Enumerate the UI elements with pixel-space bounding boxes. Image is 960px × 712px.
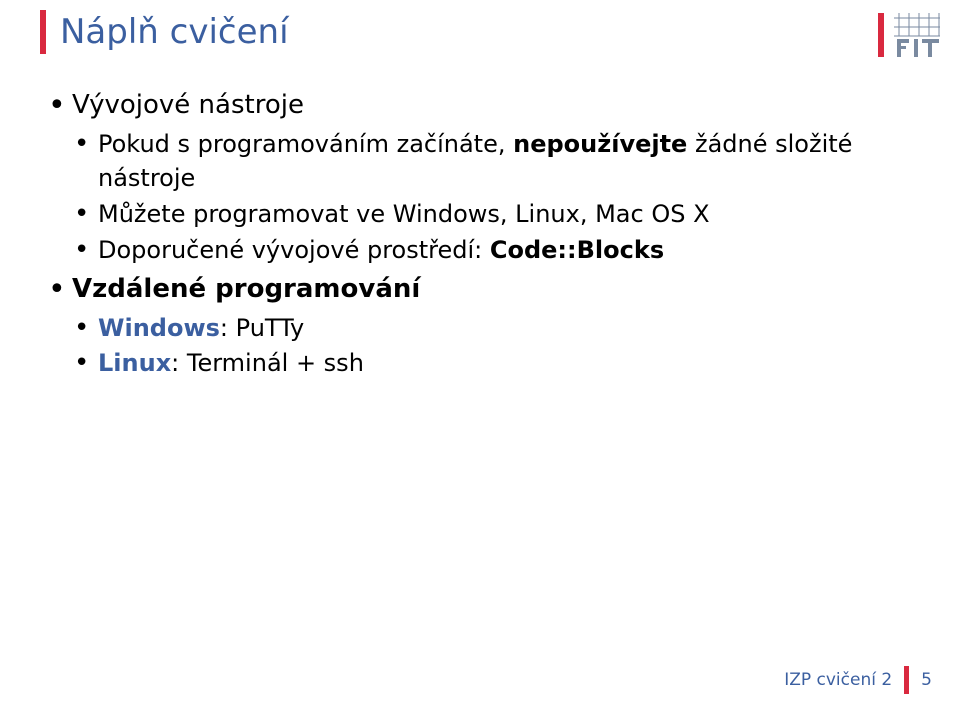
slide: Náplň cvičení <box>0 0 960 712</box>
text-bold: Vzdálené programování <box>72 274 420 304</box>
fit-logo-icon <box>894 13 940 57</box>
logo-accent-bar <box>878 13 884 57</box>
title-row: Náplň cvičení <box>40 10 940 57</box>
page-title: Náplň cvičení <box>60 12 289 52</box>
title-left: Náplň cvičení <box>40 10 289 54</box>
text-bold: Code::Blocks <box>490 236 664 264</box>
text: : PuTTy <box>220 314 304 342</box>
bullet-list-level2: Pokud s programováním začínáte, nepoužív… <box>72 127 910 268</box>
list-item: Pokud s programováním začínáte, nepoužív… <box>72 127 910 197</box>
list-item: Linux: Terminál + ssh <box>72 346 910 381</box>
title-accent-bar <box>40 10 46 54</box>
text: Doporučené vývojové prostředí: <box>98 236 490 264</box>
list-item: Windows: PuTTy <box>72 311 910 346</box>
bullet-list-level1: Vývojové nástroje Pokud s programováním … <box>46 87 910 381</box>
text: Můžete programovat ve Windows, Linux, Ma… <box>98 200 710 228</box>
list-item: Můžete programovat ve Windows, Linux, Ma… <box>72 197 910 232</box>
page-number: 5 <box>921 670 932 690</box>
footer: IZP cvičení 2 5 <box>784 666 932 694</box>
list-item: Vývojové nástroje Pokud s programováním … <box>46 87 910 268</box>
text: : Terminál + ssh <box>171 349 364 377</box>
footer-accent-bar <box>904 666 909 694</box>
bullet-list-level2: Windows: PuTTy Linux: Terminál + ssh <box>72 311 910 382</box>
list-item: Vzdálené programování Windows: PuTTy Lin… <box>46 271 910 381</box>
text-blue-bold: Linux <box>98 349 171 377</box>
text: Vývojové nástroje <box>72 90 304 120</box>
content-area: Vývojové nástroje Pokud s programováním … <box>40 57 940 381</box>
text-bold: nepoužívejte <box>513 130 687 158</box>
text-blue-bold: Windows <box>98 314 220 342</box>
text: Pokud s programováním začínáte, <box>98 130 513 158</box>
footer-label: IZP cvičení 2 <box>784 670 892 690</box>
list-item: Doporučené vývojové prostředí: Code::Blo… <box>72 233 910 268</box>
logo-group <box>878 10 940 57</box>
